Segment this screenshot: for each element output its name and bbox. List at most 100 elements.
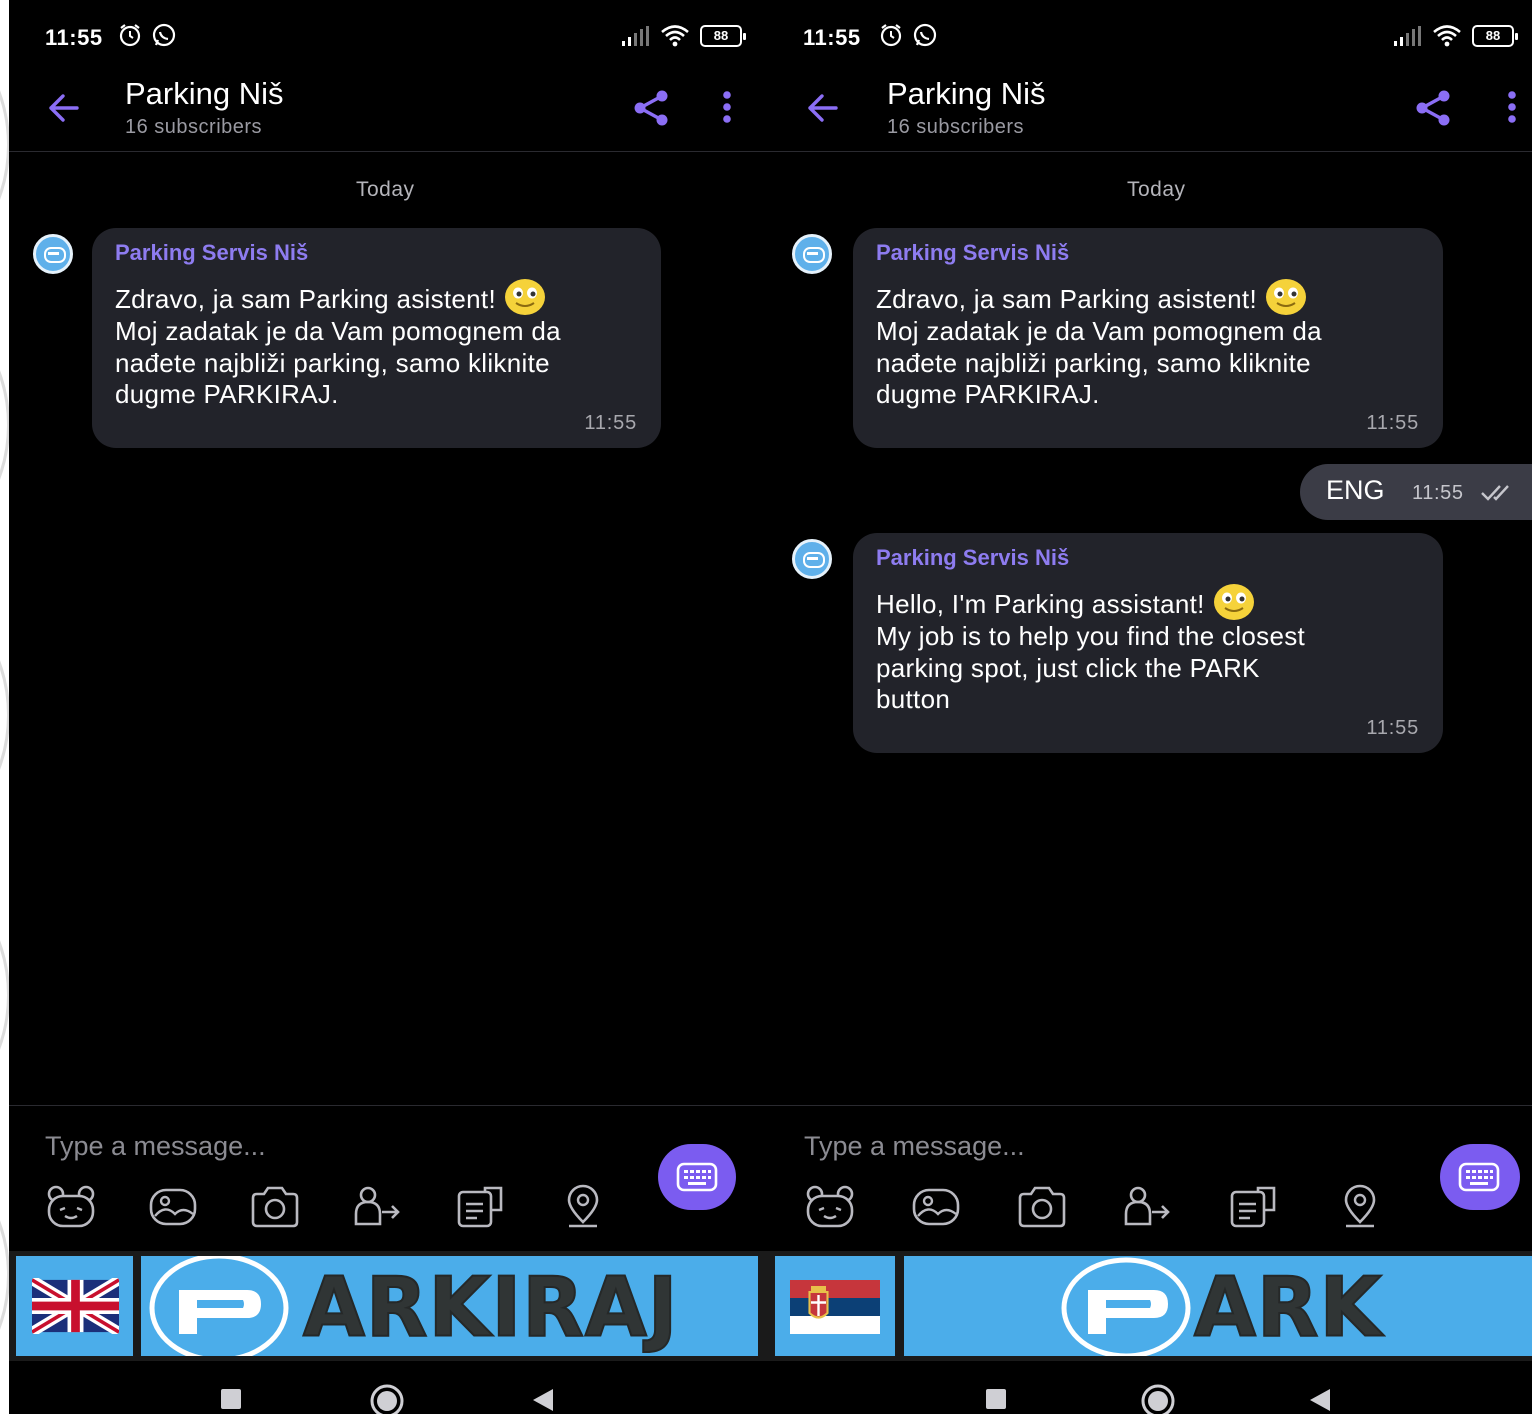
wifi-icon	[661, 25, 689, 47]
alarm-icon	[880, 24, 902, 47]
bot-avatar[interactable]	[792, 539, 832, 579]
message-line: dugme PARKIRAJ.	[876, 379, 1100, 409]
message-bubble: Parking Servis Niš Zdravo, ja sam Parkin…	[92, 228, 661, 448]
sender-name: Parking Servis Niš	[876, 240, 1070, 265]
sender-name: Parking Servis Niš	[876, 545, 1070, 570]
quick-reply-bar: ARK	[772, 1251, 1532, 1361]
phone-screen-english: 11:55 88 Parking Niš 16 subscribers Toda…	[772, 0, 1532, 1414]
chat-title-block[interactable]: Parking Niš 16 subscribers	[887, 76, 1046, 139]
park-label: ARK	[1193, 1259, 1383, 1356]
share-icon[interactable]	[631, 88, 671, 128]
keyboard-icon	[676, 1162, 718, 1192]
smiley-emoji-icon	[1213, 584, 1254, 620]
chat-title: Parking Niš	[125, 76, 284, 111]
outgoing-message-bubble: ENG 11:55	[1300, 464, 1532, 520]
date-separator: Today	[1127, 178, 1186, 201]
message-line: dugme PARKIRAJ.	[115, 379, 339, 409]
park-button[interactable]: ARK	[904, 1256, 1532, 1356]
message-time: 11:55	[1366, 717, 1419, 739]
system-nav-bar	[772, 1361, 1532, 1414]
outgoing-message-time: 11:55	[1412, 482, 1464, 504]
gif-icon[interactable]	[455, 1184, 507, 1230]
home-icon[interactable]	[1140, 1383, 1176, 1414]
whatsapp-icon	[152, 23, 176, 47]
recents-icon[interactable]	[984, 1387, 1008, 1411]
message-composer	[9, 1105, 772, 1251]
smiley-emoji-icon	[504, 279, 545, 315]
message-time: 11:55	[1366, 412, 1419, 434]
chat-title: Parking Niš	[887, 76, 1046, 111]
read-ticks-icon	[1481, 485, 1509, 501]
phone-screen-serbian: 11:55 88 Parking Niš 16 subscribers Toda…	[9, 0, 772, 1414]
language-button-eng[interactable]	[16, 1256, 133, 1356]
message-line: button	[876, 684, 951, 714]
decor-arc	[0, 840, 9, 1150]
keyboard-button[interactable]	[1440, 1144, 1520, 1210]
message-line: parking spot, just click the PARK	[876, 652, 1260, 683]
message-line: Moj zadatak je da Vam pomognem da	[876, 316, 1322, 346]
message-line: nađete najbliži parking, samo kliknite	[876, 347, 1311, 378]
message-line: Hello, I'm Parking assistant!	[876, 589, 1205, 619]
back-arrow-icon[interactable]	[802, 88, 842, 128]
decor-arc	[0, 0, 9, 300]
status-bar: 11:55 88	[9, 0, 772, 74]
gallery-icon[interactable]	[910, 1184, 962, 1230]
quick-reply-bar: ARKIRAJ	[9, 1251, 772, 1361]
gif-icon[interactable]	[1228, 1184, 1280, 1230]
parking-logo-icon	[149, 1256, 289, 1356]
decor-arc	[0, 270, 9, 580]
parkiraj-label: ARKIRAJ	[302, 1259, 679, 1356]
decor-arc	[0, 560, 9, 870]
bot-avatar[interactable]	[33, 234, 73, 274]
message-composer	[772, 1105, 1532, 1251]
share-icon[interactable]	[1413, 88, 1453, 128]
recents-icon[interactable]	[219, 1387, 243, 1411]
message-text: Hello, I'm Parking assistant! My job is …	[876, 583, 1421, 716]
bot-avatar[interactable]	[792, 234, 832, 274]
message-line: Moj zadatak je da Vam pomognem da	[115, 316, 561, 346]
location-icon[interactable]	[557, 1184, 609, 1230]
more-icon[interactable]	[721, 90, 733, 124]
contact-icon[interactable]	[1122, 1184, 1174, 1230]
uk-flag-icon	[32, 1278, 119, 1334]
contact-icon[interactable]	[352, 1184, 404, 1230]
gallery-icon[interactable]	[147, 1184, 199, 1230]
chat-header: Parking Niš 16 subscribers	[9, 74, 772, 152]
message-time: 11:55	[584, 412, 637, 434]
location-icon[interactable]	[1334, 1184, 1386, 1230]
camera-icon[interactable]	[249, 1184, 301, 1230]
message-line: Zdravo, ja sam Parking asistent!	[876, 284, 1257, 314]
message-bubble: Parking Servis Niš Hello, I'm Parking as…	[853, 533, 1443, 753]
message-line: My job is to help you find the closest	[876, 621, 1306, 651]
chat-title-block[interactable]: Parking Niš 16 subscribers	[125, 76, 284, 139]
whatsapp-icon	[913, 23, 937, 47]
back-icon[interactable]	[1308, 1387, 1332, 1413]
status-time: 11:55	[803, 25, 861, 50]
left-border-decoration	[0, 0, 9, 1414]
signal-icon	[622, 26, 649, 46]
message-input[interactable]	[804, 1126, 1324, 1166]
more-icon[interactable]	[1506, 90, 1518, 124]
parkiraj-button[interactable]: ARKIRAJ	[141, 1256, 758, 1356]
subscriber-count: 16 subscribers	[125, 116, 263, 138]
message-text: Zdravo, ja sam Parking asistent! Moj zad…	[876, 278, 1421, 411]
battery-icon: 88	[1472, 25, 1518, 47]
back-arrow-icon[interactable]	[43, 88, 83, 128]
chat-header: Parking Niš 16 subscribers	[772, 74, 1532, 152]
wifi-icon	[1433, 25, 1461, 47]
back-icon[interactable]	[531, 1387, 555, 1413]
outgoing-message-text: ENG	[1326, 475, 1385, 505]
serbia-flag-icon	[790, 1280, 880, 1334]
sticker-icon[interactable]	[804, 1184, 856, 1230]
sticker-icon[interactable]	[45, 1184, 97, 1230]
battery-icon: 88	[700, 25, 746, 47]
language-button-srb[interactable]	[775, 1256, 895, 1356]
keyboard-button[interactable]	[658, 1144, 736, 1210]
camera-icon[interactable]	[1016, 1184, 1068, 1230]
message-input[interactable]	[45, 1126, 565, 1166]
home-icon[interactable]	[369, 1383, 405, 1414]
parking-logo-icon	[1061, 1257, 1191, 1356]
status-time: 11:55	[45, 25, 103, 50]
subscriber-count: 16 subscribers	[887, 116, 1025, 138]
signal-icon	[1394, 26, 1421, 46]
